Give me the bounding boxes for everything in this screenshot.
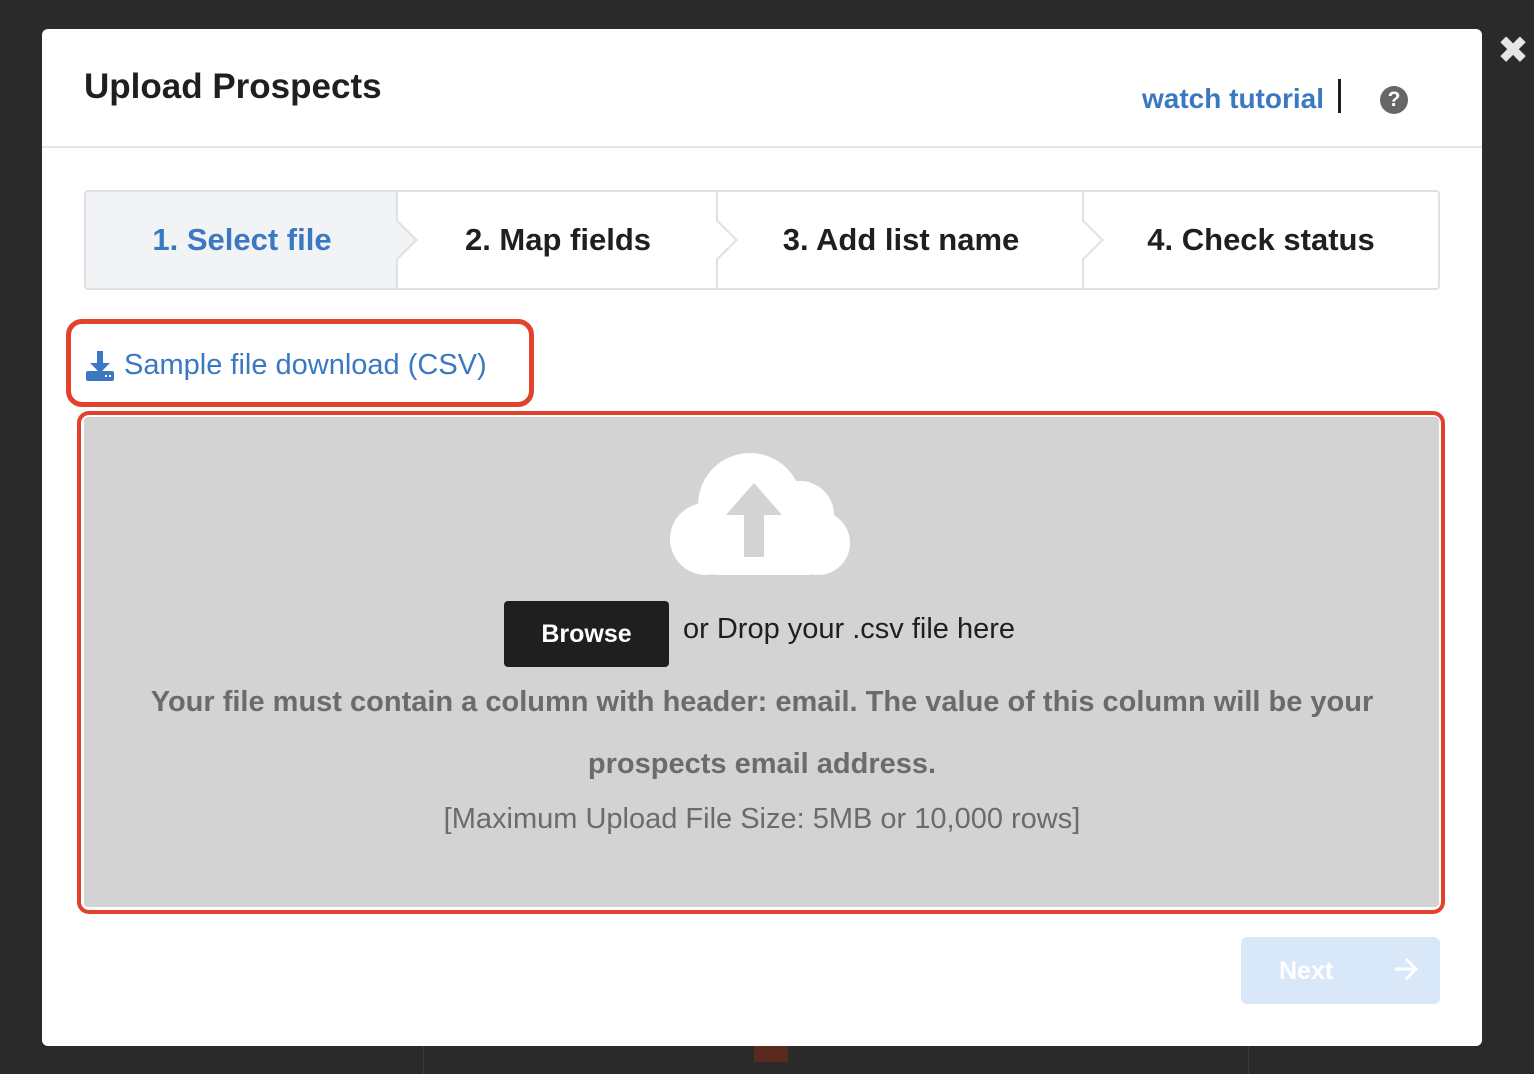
step-add-list-name[interactable]: 3. Add list name [718,192,1104,288]
step-label: 2. Map fields [464,222,652,257]
background-app-icon [754,1046,788,1062]
download-icon [86,350,114,381]
close-icon[interactable]: ✖ [1496,32,1530,70]
watch-tutorial-link[interactable]: watch tutorial [1142,83,1324,115]
step-indicator: 1. Select file 2. Map fields 3. Add list… [84,190,1440,290]
help-icon[interactable]: ? [1380,86,1408,114]
step-label: 3. Add list name [782,222,1020,257]
arrow-right-icon [1395,957,1419,981]
modal-header: Upload Prospects watch tutorial ? [42,29,1482,148]
browse-button[interactable]: Browse [504,601,669,667]
step-check-status[interactable]: 4. Check status [1084,192,1438,288]
step-map-fields[interactable]: 2. Map fields [398,192,738,288]
drop-instruction-text: or Drop your .csv file here [683,613,1016,645]
step-label: 4. Check status [1147,222,1375,257]
step-label: 1. Select file [152,222,332,257]
upload-limit-text: [Maximum Upload File Size: 5MB or 10,000… [443,803,1081,835]
upload-prospects-modal: Upload Prospects watch tutorial ? 1. Sel… [42,29,1482,1046]
step-select-file[interactable]: 1. Select file [86,192,418,288]
next-label: Next [1279,957,1334,985]
cloud-upload-icon [670,453,850,575]
sample-file-download-link[interactable]: Sample file download (CSV) [86,349,487,382]
header-separator [1338,79,1341,113]
sample-link-label: Sample file download (CSV) [124,349,487,381]
background-column [423,1046,1249,1074]
next-button[interactable]: Next [1241,937,1440,1004]
requirement-text: Your file must contain a column with hea… [150,686,1374,780]
modal-title: Upload Prospects [84,67,382,106]
